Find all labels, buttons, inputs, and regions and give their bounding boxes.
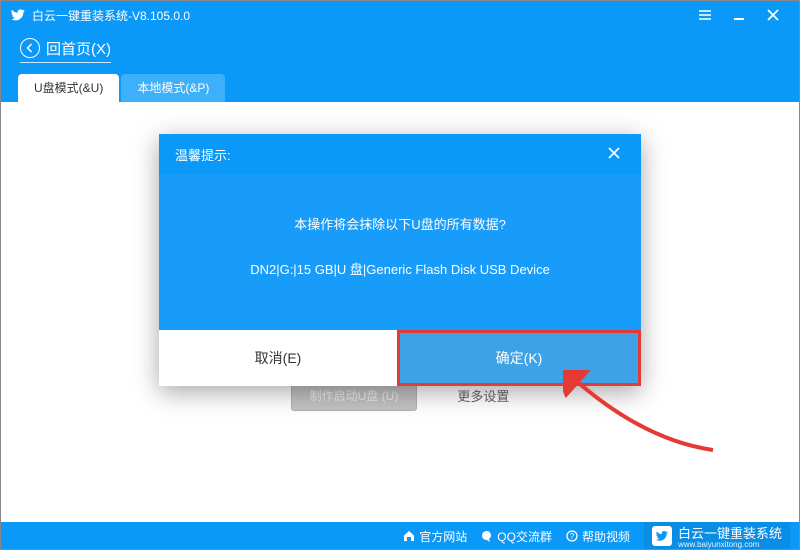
dialog-header: 温馨提示: bbox=[159, 134, 641, 174]
back-arrow-icon bbox=[20, 38, 40, 58]
home-icon bbox=[403, 530, 415, 542]
brand-logo-icon bbox=[652, 526, 672, 546]
close-icon bbox=[607, 146, 621, 160]
qq-group-link[interactable]: QQ交流群 bbox=[481, 528, 552, 545]
dialog-title: 温馨提示: bbox=[175, 145, 231, 164]
navbar: 回首页(X) bbox=[0, 30, 800, 70]
dialog-device-info: DN2|G:|15 GB|U 盘|Generic Flash Disk USB … bbox=[179, 259, 621, 278]
back-home-label: 回首页(X) bbox=[46, 38, 111, 59]
svg-text:?: ? bbox=[570, 532, 575, 541]
ok-button-highlight: 确定(K) bbox=[397, 330, 641, 386]
close-button[interactable] bbox=[756, 0, 790, 30]
dialog-message: 本操作将会抹除以下U盘的所有数据? bbox=[179, 214, 621, 233]
modal-overlay: 温馨提示: 本操作将会抹除以下U盘的所有数据? DN2|G:|15 GB|U 盘… bbox=[0, 102, 800, 522]
app-logo-icon bbox=[10, 7, 26, 23]
dialog-body: 本操作将会抹除以下U盘的所有数据? DN2|G:|15 GB|U 盘|Gener… bbox=[159, 174, 641, 330]
confirm-dialog: 温馨提示: 本操作将会抹除以下U盘的所有数据? DN2|G:|15 GB|U 盘… bbox=[159, 134, 641, 386]
tab-local-mode[interactable]: 本地模式(&P) bbox=[121, 74, 225, 102]
brand-name: 白云一键重装系统 bbox=[678, 526, 782, 541]
help-icon: ? bbox=[566, 530, 578, 542]
cancel-button[interactable]: 取消(E) bbox=[159, 330, 397, 386]
minimize-button[interactable] bbox=[722, 0, 756, 30]
tab-usb-mode[interactable]: U盘模式(&U) bbox=[18, 74, 119, 102]
dialog-close-button[interactable] bbox=[603, 142, 625, 167]
footer-brand: 白云一键重装系统 www.baiyunxitong.com bbox=[644, 522, 790, 550]
footer: 官方网站 QQ交流群 ? 帮助视频 白云一键重装系统 www.baiyunxit… bbox=[0, 522, 800, 550]
brand-url: www.baiyunxitong.com bbox=[678, 540, 782, 549]
back-home-link[interactable]: 回首页(X) bbox=[20, 38, 111, 63]
tabs: U盘模式(&U) 本地模式(&P) bbox=[0, 70, 800, 102]
official-site-link[interactable]: 官方网站 bbox=[403, 528, 467, 545]
titlebar: 白云一键重装系统-V8.105.0.0 bbox=[0, 0, 800, 30]
chat-icon bbox=[481, 530, 493, 542]
ok-button[interactable]: 确定(K) bbox=[400, 333, 638, 383]
app-title: 白云一键重装系统-V8.105.0.0 bbox=[32, 7, 688, 24]
menu-button[interactable] bbox=[688, 0, 722, 30]
dialog-footer: 取消(E) 确定(K) bbox=[159, 330, 641, 386]
help-video-link[interactable]: ? 帮助视频 bbox=[566, 528, 630, 545]
